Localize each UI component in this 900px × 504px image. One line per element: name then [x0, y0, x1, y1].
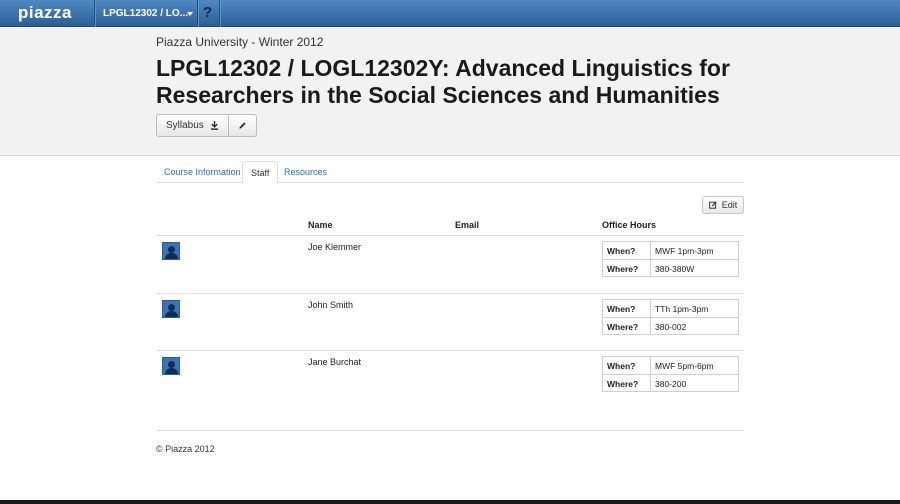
avatar — [162, 242, 180, 260]
where-label: Where? — [603, 260, 651, 276]
table-row: Joe Klemmer When? MWF 1pm-3pm Where? 380-3… — [156, 236, 744, 293]
when-label: When? — [603, 242, 651, 259]
tab-staff[interactable]: Staff — [242, 161, 279, 184]
when-label: When? — [603, 357, 651, 374]
syllabus-download-button[interactable]: Syllabus — [157, 115, 228, 136]
course-tabs: Course Information Staff Resources — [156, 161, 744, 184]
edit-icon — [708, 201, 717, 209]
where-value: 380-002 — [655, 322, 687, 332]
tab-resources[interactable]: Resources — [276, 161, 335, 183]
edit-syllabus-button[interactable] — [227, 115, 256, 136]
nav-divider — [197, 0, 198, 27]
office-hours-table: When? MWF 1pm-3pm Where? 380-380W — [602, 241, 739, 277]
staff-name: John Smith — [308, 300, 354, 310]
where-value: 380-200 — [655, 379, 687, 389]
university-term: Piazza University - Winter 2012 — [156, 35, 324, 49]
syllabus-button-group: Syllabus — [156, 114, 257, 137]
where-label: Where? — [603, 318, 651, 334]
column-header-email: Email — [455, 220, 480, 230]
table-row: John Smith When? TTh 1pm-3pm Where? 380-00… — [156, 294, 744, 351]
avatar — [162, 357, 180, 375]
course-selector-dropdown[interactable]: LPGL12302 / LO... — [103, 8, 188, 19]
when-value: MWF 5pm-6pm — [655, 361, 714, 371]
staff-name: Jane Burchat — [308, 357, 362, 367]
top-navbar: piazza LPGL12302 / LO... ? — [0, 0, 900, 27]
when-value: MWF 1pm-3pm — [655, 246, 714, 256]
when-value: TTh 1pm-3pm — [655, 304, 709, 314]
office-hours-table: When? TTh 1pm-3pm Where? 380-002 — [602, 299, 739, 335]
pencil-icon — [239, 122, 246, 129]
copyright: © Piazza 2012 — [156, 444, 215, 454]
where-label: Where? — [603, 375, 651, 391]
syllabus-label: Syllabus — [166, 120, 204, 131]
staff-name: Joe Klemmer — [308, 242, 362, 252]
column-header-office-hours: Office Hours — [602, 220, 657, 230]
help-button[interactable]: ? — [203, 4, 212, 21]
course-title: LPGL12302 / LOGL12302Y: Advanced Linguis… — [156, 55, 730, 108]
edit-label: Edit — [721, 200, 738, 210]
edit-staff-button[interactable]: Edit — [702, 196, 744, 214]
when-label: When? — [603, 300, 651, 317]
download-icon — [210, 121, 218, 130]
tab-course-information[interactable]: Course Information — [156, 161, 249, 183]
window-bottom-edge — [0, 500, 900, 504]
footer-divider — [156, 430, 744, 431]
table-row: Jane Burchat When? MWF 5pm-6pm Where? 380-… — [156, 351, 744, 408]
where-value: 380-380W — [655, 264, 695, 274]
column-header-name: Name — [308, 220, 333, 230]
nav-divider — [94, 0, 95, 27]
avatar — [162, 300, 180, 318]
piazza-logo[interactable]: piazza — [18, 3, 72, 23]
office-hours-table: When? MWF 5pm-6pm Where? 380-200 — [602, 356, 739, 392]
chevron-down-icon[interactable] — [187, 12, 193, 16]
nav-divider — [219, 0, 220, 27]
